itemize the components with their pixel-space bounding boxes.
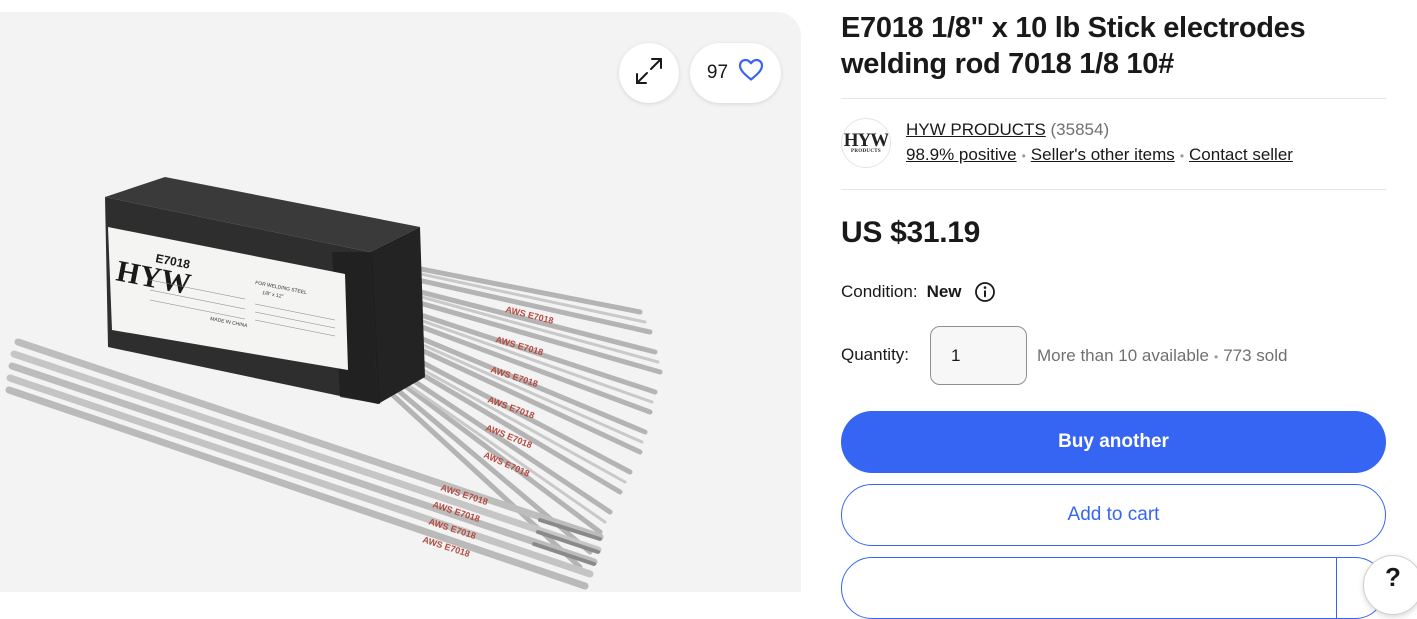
quantity-input[interactable] bbox=[930, 326, 1027, 385]
seller-links-row: 98.9% positive • Seller's other items • Cont… bbox=[906, 144, 1293, 167]
condition-label: Condition: bbox=[841, 282, 918, 301]
available-count: More than 10 available bbox=[1037, 346, 1210, 365]
separator-dot: • bbox=[1021, 149, 1026, 163]
seller-positive-link[interactable]: 98.9% positive bbox=[906, 145, 1017, 164]
watch-button[interactable]: 97 bbox=[690, 43, 781, 103]
seller-name-link[interactable]: HYW PRODUCTS bbox=[906, 120, 1046, 139]
button-split-divider bbox=[1336, 558, 1337, 618]
add-to-cart-label: Add to cart bbox=[1067, 504, 1160, 525]
seller-feedback-count: (35854) bbox=[1050, 120, 1110, 139]
seller-logo-subtext: PRODUCTS bbox=[851, 149, 881, 154]
contact-seller-link[interactable]: Contact seller bbox=[1189, 145, 1293, 164]
buy-another-label: Buy another bbox=[1058, 431, 1169, 452]
heart-icon bbox=[738, 58, 764, 88]
seller-name-row: HYW PRODUCTS (35854) bbox=[906, 119, 1109, 141]
item-title: E7018 1/8" x 10 lb Stick electrodes weld… bbox=[841, 12, 1306, 80]
divider bbox=[841, 98, 1386, 99]
separator-dot: • bbox=[1179, 149, 1185, 163]
product-image-panel[interactable]: AWS E7018 AWS E7018 AWS E7018 AWS E7018 … bbox=[0, 12, 801, 592]
info-icon[interactable] bbox=[974, 281, 996, 303]
partial-action-button[interactable] bbox=[841, 557, 1386, 619]
availability-info: More than 10 available • 773 sold bbox=[1037, 345, 1288, 368]
item-price: US $31.19 bbox=[841, 216, 981, 249]
add-to-cart-button[interactable]: Add to cart bbox=[841, 484, 1386, 546]
buy-another-button[interactable]: Buy another bbox=[841, 411, 1386, 473]
help-button[interactable]: ? bbox=[1363, 555, 1417, 615]
watch-count: 97 bbox=[706, 62, 729, 83]
seller-logo-mark: HYW bbox=[843, 130, 889, 151]
expand-image-button[interactable] bbox=[619, 43, 679, 103]
expand-icon bbox=[634, 56, 664, 91]
seller-other-items-link[interactable]: Seller's other items bbox=[1031, 145, 1175, 164]
sold-count: 773 sold bbox=[1223, 346, 1288, 365]
product-image[interactable]: AWS E7018 AWS E7018 AWS E7018 AWS E7018 … bbox=[0, 12, 801, 592]
condition-row: Condition: New bbox=[841, 281, 996, 303]
seller-logo[interactable]: HYW PRODUCTS bbox=[841, 118, 891, 168]
separator-dot: • bbox=[1214, 350, 1219, 364]
condition-value: New bbox=[926, 282, 962, 301]
divider bbox=[841, 189, 1386, 190]
quantity-label: Quantity: bbox=[841, 345, 910, 364]
